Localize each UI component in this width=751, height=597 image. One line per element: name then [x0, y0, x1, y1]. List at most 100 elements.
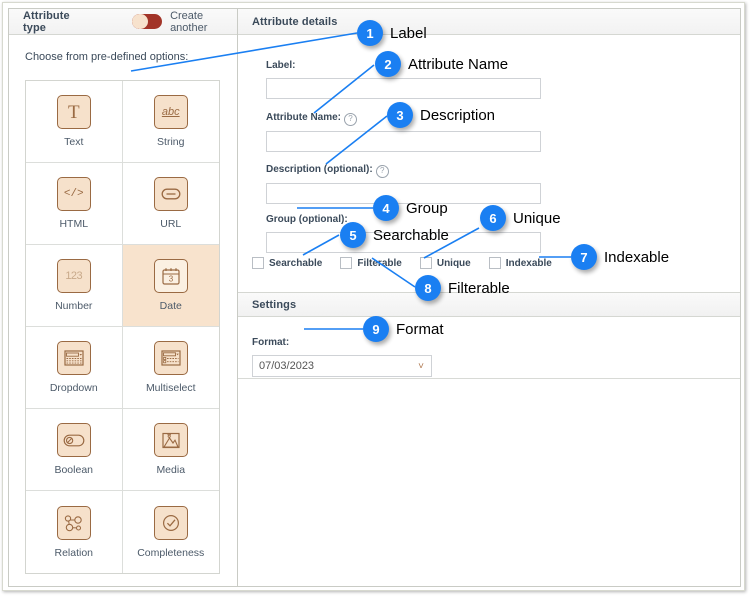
checkbox-filterable[interactable]: Filterable	[340, 257, 401, 269]
checkbox-searchable[interactable]: Searchable	[252, 257, 322, 269]
toggle-knob	[132, 14, 148, 29]
help-icon[interactable]: ?	[344, 113, 357, 126]
attribute-flags-row: Searchable Filterable Unique Indexable	[252, 257, 552, 269]
attribute-name-field-label: Attribute Name:	[266, 112, 341, 123]
create-another-label: Create another	[170, 10, 237, 34]
checkbox-label: Filterable	[357, 258, 401, 269]
multiselect-icon	[154, 341, 188, 375]
tile-label: Text	[64, 136, 83, 148]
callout-4: 4 Group	[373, 195, 448, 221]
callout-7: 7 Indexable	[571, 244, 669, 270]
callout-badge: 4	[373, 195, 399, 221]
checkbox-box[interactable]	[420, 257, 432, 269]
checkbox-label: Indexable	[506, 258, 552, 269]
callout-badge: 2	[375, 51, 401, 77]
svg-text:3: 3	[169, 275, 174, 284]
url-icon	[154, 177, 188, 211]
relation-icon	[57, 506, 91, 540]
completeness-icon	[154, 506, 188, 540]
callout-badge: 5	[340, 222, 366, 248]
tile-dropdown[interactable]: Dropdown	[26, 327, 123, 409]
callout-5: 5 Searchable	[340, 222, 449, 248]
chevron-down-icon: ˅	[418, 361, 424, 372]
callout-2: 2 Attribute Name	[375, 51, 508, 77]
tile-multiselect[interactable]: Multiselect	[123, 327, 220, 409]
tile-string[interactable]: abc String	[123, 81, 220, 163]
tile-label: Boolean	[54, 464, 93, 476]
checkbox-unique[interactable]: Unique	[420, 257, 471, 269]
create-another-toggle[interactable]	[132, 14, 162, 29]
checkbox-label: Searchable	[269, 258, 322, 269]
callout-badge: 9	[363, 316, 389, 342]
checkbox-indexable[interactable]: Indexable	[489, 257, 552, 269]
tile-label: Multiselect	[146, 382, 196, 394]
callout-1: 1 Label	[357, 20, 427, 46]
tile-completeness[interactable]: Completeness	[123, 491, 220, 573]
tile-label: String	[157, 136, 184, 148]
attribute-type-panel: Attribute type Create another Choose fro…	[9, 9, 238, 586]
tile-text[interactable]: T Text	[26, 81, 123, 163]
dropdown-icon	[57, 341, 91, 375]
attribute-type-header-title: Attribute type	[9, 10, 90, 34]
tile-label: Number	[55, 300, 92, 312]
label-input[interactable]	[266, 78, 541, 99]
attribute-details-header-title: Attribute details	[238, 16, 337, 28]
text-icon: T	[57, 95, 91, 129]
callout-9: 9 Format	[363, 316, 444, 342]
tile-date[interactable]: 3 Date	[123, 245, 220, 327]
help-icon[interactable]: ?	[376, 165, 389, 178]
settings-header-title: Settings	[238, 299, 296, 311]
tile-relation[interactable]: Relation	[26, 491, 123, 573]
choose-options-label: Choose from pre-defined options:	[9, 35, 237, 63]
tile-label: Media	[156, 464, 185, 476]
callout-text: Unique	[513, 210, 561, 227]
callout-badge: 1	[357, 20, 383, 46]
tile-label: URL	[160, 218, 181, 230]
checkbox-box[interactable]	[489, 257, 501, 269]
tile-label: HTML	[59, 218, 88, 230]
screenshot-frame: Attribute type Create another Choose fro…	[2, 2, 745, 591]
callout-text: Searchable	[373, 227, 449, 244]
tile-boolean[interactable]: Boolean	[26, 409, 123, 491]
callout-text: Format	[396, 321, 444, 338]
callout-text: Indexable	[604, 249, 669, 266]
callout-text: Group	[406, 200, 448, 217]
date-icon: 3	[154, 259, 188, 293]
callout-badge: 8	[415, 275, 441, 301]
callout-8: 8 Filterable	[415, 275, 510, 301]
callout-3: 3 Description	[387, 102, 495, 128]
tile-number[interactable]: 123 Number	[26, 245, 123, 327]
format-select[interactable]: 07/03/2023 ˅	[252, 355, 432, 377]
format-field-label: Format:	[252, 337, 289, 348]
callout-text: Label	[390, 25, 427, 42]
media-icon	[154, 423, 188, 457]
callout-text: Filterable	[448, 280, 510, 297]
callout-6: 6 Unique	[480, 205, 561, 231]
boolean-icon	[57, 423, 91, 457]
tile-label: Completeness	[137, 547, 204, 559]
tile-label: Relation	[54, 547, 93, 559]
tile-label: Date	[160, 300, 182, 312]
html-icon: </>	[57, 177, 91, 211]
callout-text: Description	[420, 107, 495, 124]
tile-html[interactable]: </> HTML	[26, 163, 123, 245]
checkbox-box[interactable]	[252, 257, 264, 269]
callout-badge: 3	[387, 102, 413, 128]
tile-url[interactable]: URL	[123, 163, 220, 245]
attribute-type-header: Attribute type Create another	[9, 9, 237, 35]
callout-badge: 6	[480, 205, 506, 231]
attribute-name-input[interactable]	[266, 131, 541, 152]
tile-label: Dropdown	[50, 382, 98, 394]
tile-media[interactable]: Media	[123, 409, 220, 491]
create-another-toggle-group[interactable]: Create another	[132, 10, 237, 34]
callout-badge: 7	[571, 244, 597, 270]
app-window: Attribute type Create another Choose fro…	[8, 8, 741, 587]
callout-text: Attribute Name	[408, 56, 508, 73]
group-field-label: Group (optional):	[266, 214, 348, 225]
attribute-type-tile-grid: T Text abc String </> HTML URL	[25, 80, 220, 574]
format-select-value: 07/03/2023	[259, 360, 314, 372]
settings-body: Format: 07/03/2023 ˅	[238, 317, 740, 379]
description-field-label: Description (optional):	[266, 164, 373, 175]
label-field-label: Label:	[266, 60, 295, 71]
checkbox-box[interactable]	[340, 257, 352, 269]
